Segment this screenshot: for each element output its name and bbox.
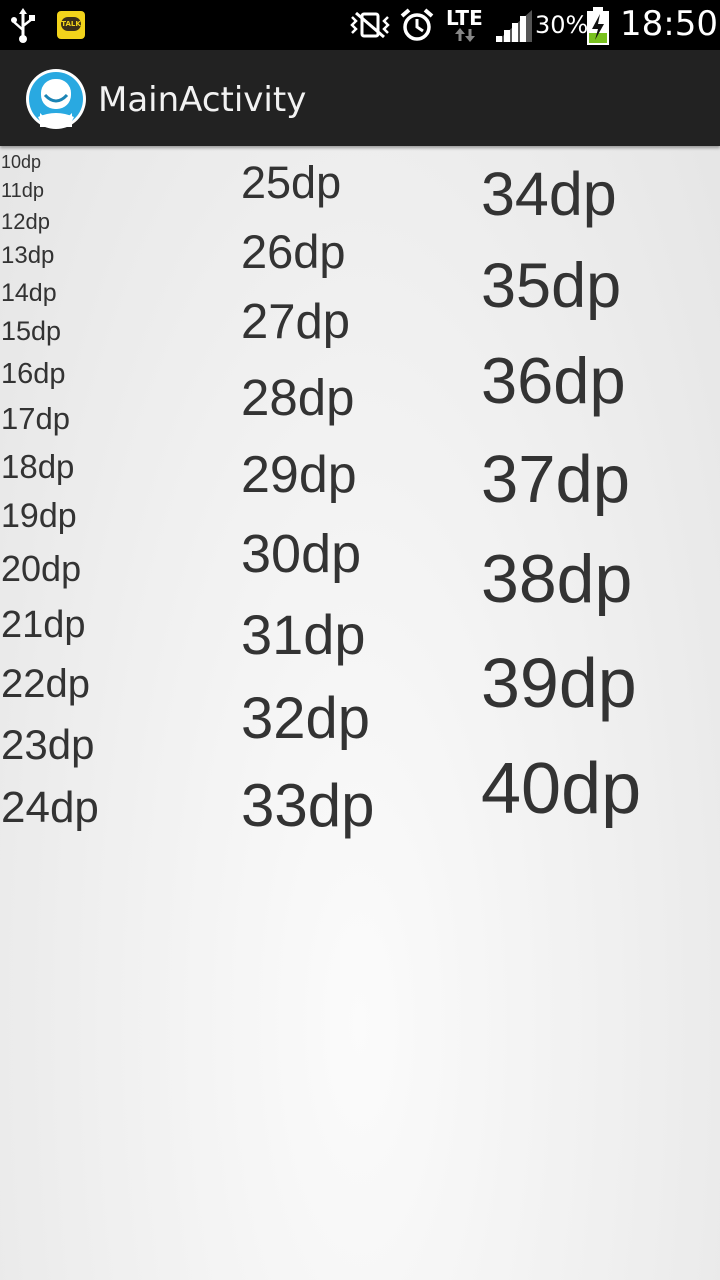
size-sample-28dp: 28dp bbox=[241, 369, 355, 426]
size-sample-38dp: 38dp bbox=[481, 541, 633, 617]
size-sample-13dp: 13dp bbox=[1, 242, 55, 269]
size-sample-37dp: 37dp bbox=[481, 442, 631, 517]
size-sample-29dp: 29dp bbox=[241, 446, 357, 504]
lte-label: LTE bbox=[446, 6, 483, 30]
usb-icon bbox=[11, 8, 35, 43]
alarm-icon bbox=[400, 8, 434, 41]
size-sample-16dp: 16dp bbox=[1, 358, 66, 390]
signal-icon bbox=[496, 10, 532, 42]
size-sample-19dp: 19dp bbox=[1, 497, 77, 535]
size-sample-20dp: 20dp bbox=[1, 548, 82, 589]
size-sample-10dp: 10dp bbox=[1, 152, 42, 172]
size-sample-30dp: 30dp bbox=[241, 524, 362, 584]
size-sample-27dp: 27dp bbox=[241, 295, 351, 349]
status-bar: TALK LTE 30% 18:50 bbox=[0, 0, 720, 50]
data-arrows-icon bbox=[455, 28, 475, 42]
size-sample-11dp: 11dp bbox=[1, 180, 45, 202]
kakaotalk-icon: TALK bbox=[57, 11, 85, 39]
clock: 18:50 bbox=[620, 4, 718, 44]
app-launcher-icon[interactable] bbox=[26, 69, 86, 129]
size-sample-33dp: 33dp bbox=[241, 772, 375, 839]
kakaotalk-label: TALK bbox=[61, 17, 81, 31]
size-sample-25dp: 25dp bbox=[241, 157, 342, 208]
battery-charging-icon bbox=[587, 7, 609, 45]
vibrate-icon bbox=[350, 11, 390, 39]
size-sample-21dp: 21dp bbox=[1, 604, 86, 646]
size-sample-26dp: 26dp bbox=[241, 225, 346, 278]
page-title: MainActivity bbox=[98, 80, 307, 120]
size-sample-35dp: 35dp bbox=[481, 251, 622, 321]
size-sample-32dp: 32dp bbox=[241, 686, 371, 751]
size-sample-12dp: 12dp bbox=[1, 209, 50, 234]
size-sample-22dp: 22dp bbox=[1, 662, 90, 706]
size-sample-14dp: 14dp bbox=[1, 279, 57, 307]
size-sample-36dp: 36dp bbox=[481, 344, 626, 417]
size-sample-18dp: 18dp bbox=[1, 448, 75, 485]
size-sample-34dp: 34dp bbox=[481, 160, 617, 228]
size-sample-15dp: 15dp bbox=[1, 316, 62, 346]
size-sample-40dp: 40dp bbox=[481, 749, 642, 829]
size-sample-31dp: 31dp bbox=[241, 603, 366, 666]
size-sample-24dp: 24dp bbox=[1, 783, 99, 832]
size-sample-39dp: 39dp bbox=[481, 644, 637, 722]
action-bar: MainActivity bbox=[0, 50, 720, 146]
size-sample-23dp: 23dp bbox=[1, 721, 95, 768]
battery-percent: 30% bbox=[535, 11, 589, 39]
size-sample-17dp: 17dp bbox=[1, 401, 70, 436]
